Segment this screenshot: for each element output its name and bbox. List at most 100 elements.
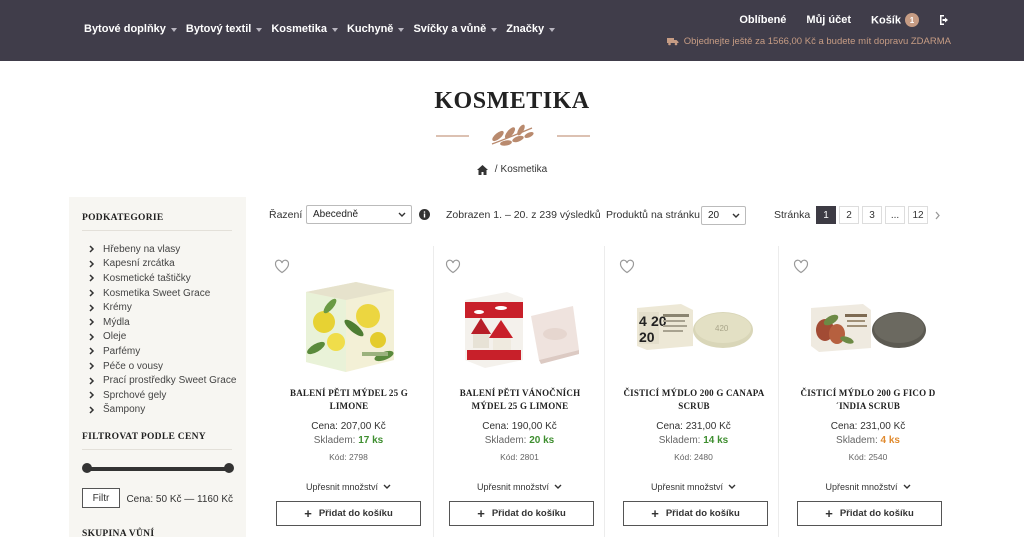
product-code: Kód: 2798 [329, 452, 368, 462]
nav-item-svicky-a-vune[interactable]: Svíčky a vůně [413, 23, 498, 35]
chevron-right-icon [89, 406, 95, 414]
page-title: KOSMETIKA [434, 88, 590, 114]
nav-item-bytove-doplnky[interactable]: Bytové doplňky [84, 23, 177, 35]
refine-quantity-toggle[interactable]: Upřesnit množství [609, 482, 778, 492]
chevron-right-icon [935, 211, 940, 219]
logout-icon[interactable] [939, 14, 951, 26]
caret-down-icon [549, 27, 556, 32]
page-ellipsis: ... [885, 206, 905, 224]
cart-link[interactable]: Košík 1 [871, 13, 919, 27]
nav-item-kuchyne[interactable]: Kuchyně [347, 23, 405, 35]
nav-item-bytovy-textil[interactable]: Bytový textil [186, 23, 263, 35]
caret-down-icon [256, 27, 263, 32]
chevron-right-icon [89, 274, 95, 283]
subcategory-item[interactable]: Kosmetika Sweet Grace [88, 286, 236, 301]
page-button-1[interactable]: 1 [816, 206, 836, 224]
favorites-link[interactable]: Oblíbené [739, 14, 786, 26]
chevron-right-icon [89, 245, 95, 253]
account-link[interactable]: Můj účet [806, 14, 851, 26]
filter-button[interactable]: Filtr [82, 488, 120, 508]
add-to-cart-button[interactable]: + Přidat do košíku [276, 501, 421, 526]
subcategory-item[interactable]: Mýdla [88, 315, 236, 330]
next-page-button[interactable] [931, 206, 943, 224]
subcategory-item[interactable]: Kosmetické taštičky [88, 271, 236, 286]
add-to-cart-label: Přidat do košíku [665, 508, 740, 519]
stock-label: Skladem: [313, 435, 356, 446]
stock-quantity: 20 ks [529, 435, 555, 446]
nav-item-label: Značky [506, 23, 545, 35]
subcategory-label: Kosmetika Sweet Grace [103, 287, 211, 299]
stock-label: Skladem: [658, 435, 701, 446]
per-page-select[interactable]: 20 [701, 206, 746, 225]
top-header: Bytové doplňky Bytový textil Kosmetika K… [0, 0, 1024, 61]
subcategory-label: Mýdla [103, 316, 130, 328]
add-to-cart-label: Přidat do košíku [318, 508, 393, 519]
subcategory-label: Parfémy [103, 345, 141, 357]
caret-down-icon [331, 27, 338, 32]
add-to-cart-button[interactable]: + Přidat do košíku [797, 501, 942, 526]
product-image[interactable] [284, 260, 414, 380]
product-image[interactable] [803, 260, 933, 380]
home-icon[interactable] [476, 164, 488, 175]
subcategory-item[interactable]: Prací prostředky Sweet Grace [88, 373, 236, 388]
subcategory-item[interactable]: Krémy [88, 300, 236, 315]
product-name[interactable]: BALENÍ PĚTI VÁNOČNÍCH MÝDEL 25 G LIMONE [445, 387, 595, 413]
page-button-2[interactable]: 2 [839, 206, 859, 224]
chevron-right-icon [89, 377, 95, 385]
stock-quantity: 14 ks [703, 435, 729, 446]
subcategory-label: Péče o vousy [103, 360, 164, 372]
cart-count-badge: 1 [905, 13, 919, 27]
product-name[interactable]: ČISTICÍ MÝDLO 200 G FICO D´INDIA SCRUB [793, 387, 943, 413]
subcategory-item[interactable]: Parfémy [88, 344, 236, 359]
user-navigation: Oblíbené Můj účet Košík 1 [719, 13, 951, 27]
sort-select[interactable]: Abecedně [306, 205, 412, 224]
info-icon[interactable] [419, 209, 430, 220]
product-card: ČISTICÍ MÝDLO 200 G FICO D´INDIA SCRUB C… [783, 246, 953, 537]
refine-quantity-toggle[interactable]: Upřesnit množství [783, 482, 953, 492]
price-slider-max-handle[interactable] [224, 463, 234, 473]
product-price: Cena: 190,00 Kč [482, 421, 557, 432]
subcategory-label: Šampony [103, 404, 146, 416]
plus-icon: + [825, 506, 833, 521]
refine-quantity-toggle[interactable]: Upřesnit množství [435, 482, 604, 492]
subcategory-item[interactable]: Šampony [88, 403, 236, 418]
subcategory-item[interactable]: Hřebeny na vlasy [88, 242, 236, 257]
nav-item-kosmetika[interactable]: Kosmetika [271, 23, 338, 35]
chevron-right-icon [89, 260, 95, 268]
subcategories-heading: PODKATEGORIE [82, 213, 164, 223]
subcategory-label: Krémy [103, 302, 132, 314]
subcategory-label: Oleje [103, 331, 127, 343]
product-image[interactable]: 4 20 20 420 [629, 260, 759, 380]
subcategory-label: Kapesní zrcátka [103, 258, 175, 270]
price-slider-min-handle[interactable] [82, 463, 92, 473]
divider [82, 230, 232, 231]
product-image[interactable] [455, 260, 585, 380]
svg-text:4: 4 [639, 313, 647, 329]
subcategory-label: Sprchové gely [103, 389, 167, 401]
stock-quantity: 17 ks [358, 435, 384, 446]
price-filter-heading: FILTROVAT PODLE CENY [82, 432, 206, 442]
product-name[interactable]: BALENÍ PĚTI MÝDEL 25 G LIMONE [274, 387, 424, 413]
add-to-cart-button[interactable]: + Přidat do košíku [623, 501, 768, 526]
subcategory-item[interactable]: Kapesní zrcátka [88, 257, 236, 272]
refine-quantity-toggle[interactable]: Upřesnit množství [264, 482, 433, 492]
page-button-12[interactable]: 12 [908, 206, 928, 224]
subcategory-item[interactable]: Sprchové gely [88, 388, 236, 403]
subcategory-list: Hřebeny na vlasy Kapesní zrcátka Kosmeti… [88, 242, 236, 417]
product-card: BALENÍ PĚTI MÝDEL 25 G LIMONE Cena: 207,… [264, 246, 434, 537]
price-slider-track[interactable] [87, 467, 229, 471]
subcategory-item[interactable]: Oleje [88, 330, 236, 345]
nav-item-znacky[interactable]: Značky [506, 23, 556, 35]
product-name[interactable]: ČISTICÍ MÝDLO 200 G CANAPA SCRUB [619, 387, 769, 413]
breadcrumb-separator: / [494, 164, 498, 175]
chevron-right-icon [89, 391, 95, 399]
product-stock: Skladem: 17 ks [264, 435, 433, 446]
chevron-right-icon [89, 289, 95, 297]
svg-text:20: 20 [639, 329, 655, 345]
subcategory-item[interactable]: Péče o vousy [88, 359, 236, 374]
chevron-down-icon [554, 484, 562, 489]
stock-label: Skladem: [484, 435, 527, 446]
add-to-cart-button[interactable]: + Přidat do košíku [449, 501, 594, 526]
page-button-3[interactable]: 3 [862, 206, 882, 224]
scent-group-heading: SKUPINA VŮNÍ [82, 529, 155, 537]
